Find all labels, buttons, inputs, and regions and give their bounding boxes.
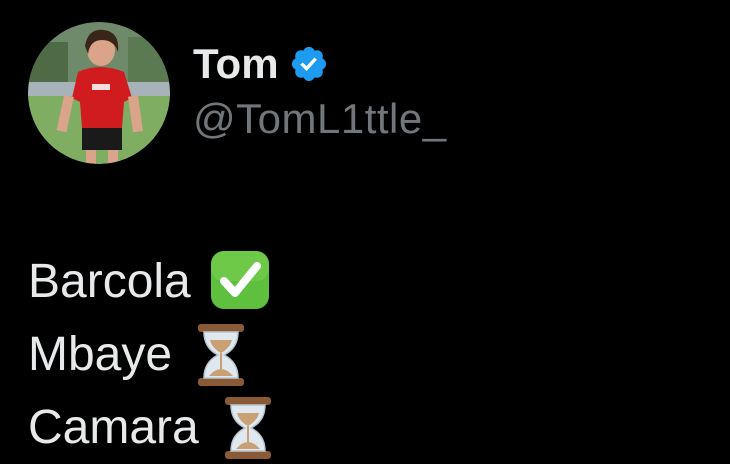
display-name[interactable]: Tom (193, 40, 279, 88)
user-handle[interactable]: @TomL1ttle_ (193, 95, 447, 143)
user-identity: Tom @TomL1ttle_ (193, 39, 447, 143)
tweet-line: Mbaye (28, 318, 279, 391)
tweet-line: Camara (28, 391, 279, 464)
player-name: Mbaye (28, 328, 173, 381)
hourglass-icon (190, 322, 252, 388)
verified-badge-icon[interactable] (289, 44, 329, 84)
tweet-header: Tom @TomL1ttle_ (28, 22, 447, 164)
hourglass-icon (217, 395, 279, 461)
player-name: Camara (28, 401, 199, 454)
avatar[interactable] (28, 22, 170, 164)
check-mark-button-icon (209, 249, 271, 315)
tweet-text: Barcola Mbaye Camara (28, 245, 279, 464)
tweet-line: Barcola (28, 245, 279, 318)
player-name: Barcola (28, 255, 191, 308)
name-row: Tom (193, 39, 447, 89)
